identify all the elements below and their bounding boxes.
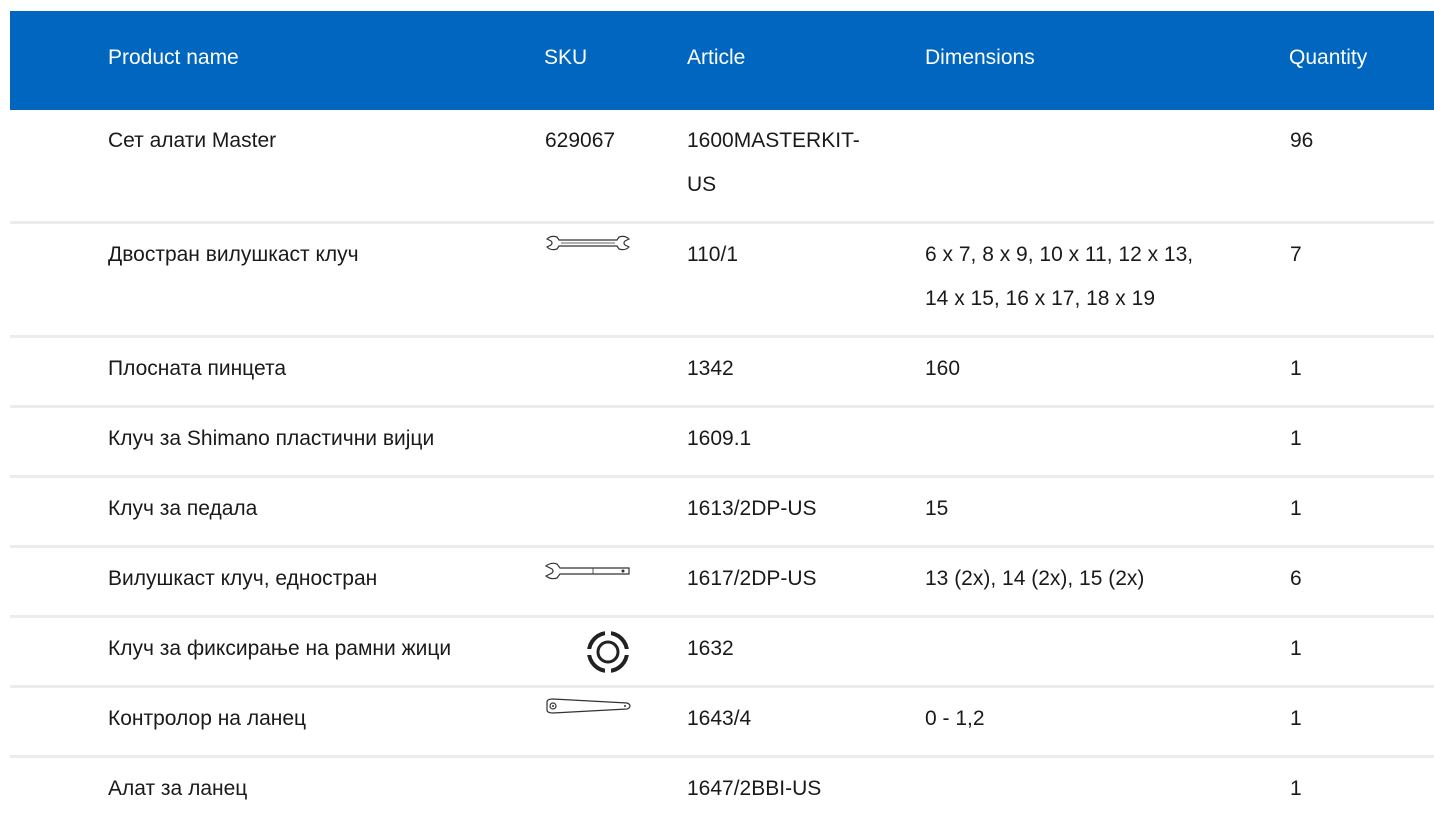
product-name: Клуч за педала	[108, 497, 258, 520]
quantity: 1	[1290, 777, 1302, 800]
spoke-nipple-wrench-icon	[587, 631, 629, 673]
article: 1342	[687, 357, 734, 380]
table-row: Клуч за Shimano пластични вијци 1609.1 1	[10, 408, 1434, 478]
quantity: 1	[1290, 427, 1302, 450]
table-row: Плосната пинцета 1342 160 1	[10, 338, 1434, 408]
sku: 629067	[545, 129, 616, 152]
quantity: 1	[1290, 707, 1302, 730]
chain-checker-icon	[546, 698, 631, 714]
quantity: 1	[1290, 637, 1302, 660]
article: 1643/4	[687, 707, 752, 730]
product-table: Product name SKU Article Dimensions Quan…	[10, 11, 1434, 828]
column-header-article: Article	[687, 46, 746, 69]
dimensions: 15	[925, 497, 949, 520]
quantity: 1	[1290, 357, 1302, 380]
article: 110/1	[687, 243, 738, 266]
article: 1632	[687, 637, 734, 660]
table-row: Сет алати Master 629067 1600MASTERKIT- U…	[10, 110, 1434, 224]
product-name: Клуч за Shimano пластични вијци	[108, 427, 435, 450]
article: 1613/2DP-US	[687, 497, 817, 520]
table-header: Product name SKU Article Dimensions Quan…	[10, 11, 1434, 110]
product-name: Клуч за фиксирање на рамни жици	[108, 637, 452, 660]
column-header-quantity: Quantity	[1289, 46, 1368, 69]
article: 1600MASTERKIT- US	[687, 129, 860, 196]
column-header-product-name: Product name	[108, 46, 239, 69]
dimensions: 160	[925, 357, 961, 380]
double-open-end-wrench-icon	[545, 235, 631, 251]
column-header-sku: SKU	[544, 46, 588, 69]
product-name: Вилушкаст клуч, еднострaн	[108, 567, 378, 590]
open-end-wrench-icon	[545, 562, 630, 580]
product-name: Плосната пинцета	[108, 357, 287, 380]
article: 1647/2BBI-US	[687, 777, 822, 800]
table-row: Клуч за фиксирање на рамни жици 1632 1	[10, 618, 1434, 688]
dimensions: 6 x 7, 8 x 9, 10 x 11, 12 x 13, 14 x 15,…	[925, 243, 1194, 310]
quantity: 1	[1290, 497, 1302, 520]
table-row: Клуч за педала 1613/2DP-US 15 1	[10, 478, 1434, 548]
table-row: Контролор на ланец 1643/4 0 - 1,2 1	[10, 688, 1434, 758]
product-name: Сет алати Master	[108, 129, 277, 152]
table-row: Вилушкаст клуч, еднострaн 1617/2DP-US 13…	[10, 548, 1434, 618]
dimensions: 0 - 1,2	[925, 707, 985, 730]
table-row: Двостран вилушкаст клуч 110/1 6 x 7, 8 x…	[10, 224, 1434, 338]
quantity: 6	[1290, 567, 1302, 590]
quantity: 7	[1290, 243, 1302, 266]
product-name: Алат за ланец	[108, 777, 248, 800]
product-name: Контролор на ланец	[108, 707, 307, 730]
article: 1617/2DP-US	[687, 567, 817, 590]
column-header-dimensions: Dimensions	[925, 46, 1035, 69]
article: 1609.1	[687, 427, 752, 450]
dimensions: 13 (2x), 14 (2x), 15 (2x)	[925, 567, 1145, 590]
quantity: 96	[1290, 129, 1314, 152]
product-name: Двостран вилушкаст клуч	[108, 243, 359, 266]
